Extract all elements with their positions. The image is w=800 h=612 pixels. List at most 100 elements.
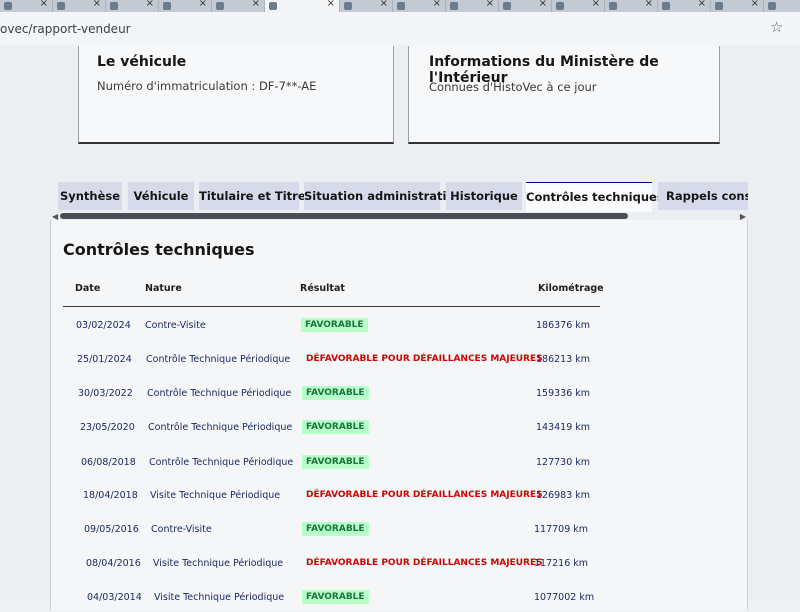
close-icon[interactable]: × — [327, 0, 335, 9]
row-date: 25/01/2024 — [77, 354, 132, 365]
browser-tab[interactable]: × — [53, 0, 106, 12]
section-title: Contrôles techniques — [63, 240, 255, 259]
vehicle-card: Le véhicule Numéro d'immatriculation : D… — [78, 46, 394, 144]
favicon-icon — [57, 2, 65, 10]
browser-tab[interactable]: × — [159, 0, 212, 12]
column-header-result: Résultat — [300, 283, 345, 294]
row-mileage: 143419 km — [536, 422, 591, 433]
tab-titulaire-titre[interactable]: Titulaire et Titre — [199, 182, 306, 210]
browser-tab[interactable]: × — [605, 0, 658, 12]
report-tabs: Synthèse Véhicule Titulaire et Titre Sit… — [58, 182, 748, 212]
row-nature: Contre-Visite — [145, 320, 206, 331]
row-mileage: 127730 km — [536, 457, 591, 468]
tabs-scrollbar[interactable]: ◀ ▶ — [52, 212, 746, 221]
browser-tab[interactable]: × — [0, 0, 53, 12]
browser-tab[interactable]: × — [106, 0, 159, 12]
favicon-icon — [556, 2, 564, 10]
result-badge-defavorable: DÉFAVORABLE POUR DÉFAILLANCES MAJEURES — [306, 354, 543, 364]
row-nature: Visite Technique Périodique — [153, 558, 284, 569]
close-icon[interactable]: × — [539, 0, 547, 9]
table-row: 03/02/2024 Contre-Visite FAVORABLE 18637… — [51, 318, 747, 340]
row-date: 03/02/2024 — [76, 320, 131, 331]
browser-tab[interactable] — [764, 0, 800, 12]
favicon-icon — [216, 2, 224, 10]
column-header-nature: Nature — [145, 283, 182, 294]
favicon-icon — [609, 2, 617, 10]
result-badge-favorable: FAVORABLE — [302, 455, 369, 469]
browser-tab[interactable]: × — [212, 0, 265, 12]
table-row: 06/08/2018 Contrôle Technique Périodique… — [51, 455, 747, 477]
close-icon[interactable]: × — [751, 0, 759, 9]
result-badge-favorable: FAVORABLE — [302, 590, 369, 604]
tab-controles-techniques[interactable]: Contrôles techniques — [526, 182, 664, 212]
row-date: 30/03/2022 — [78, 388, 133, 399]
vehicle-plate-line: Numéro d'immatriculation : DF-7**-AE — [97, 79, 317, 93]
tab-rappels-constructeur[interactable]: Rappels constru — [658, 182, 748, 210]
row-mileage: 126983 km — [536, 490, 591, 501]
favicon-icon — [4, 2, 12, 10]
favicon-icon — [344, 2, 352, 10]
row-nature: Contrôle Technique Périodique — [147, 388, 292, 399]
tab-situation-administrative[interactable]: Situation administrative — [304, 182, 462, 210]
table-row: 08/04/2016 Visite Technique Périodique D… — [51, 558, 747, 578]
result-badge-defavorable: DÉFAVORABLE POUR DÉFAILLANCES MAJEURES — [306, 558, 543, 568]
favicon-icon — [110, 2, 118, 10]
tab-historique[interactable]: Historique — [446, 182, 522, 210]
favicon-icon — [450, 2, 458, 10]
page-content: Le véhicule Numéro d'immatriculation : D… — [0, 46, 800, 610]
ministry-card-subtitle: Connues d'HistoVec à ce jour — [429, 80, 597, 94]
close-icon[interactable]: × — [93, 0, 101, 9]
close-icon[interactable]: × — [380, 0, 388, 9]
result-badge-favorable: FAVORABLE — [302, 386, 369, 400]
close-icon[interactable]: × — [592, 0, 600, 9]
url-text[interactable]: ovec/rapport-vendeur — [0, 22, 131, 36]
row-mileage: 159336 km — [536, 388, 591, 399]
row-mileage: 117216 km — [534, 558, 589, 569]
favicon-icon — [662, 2, 670, 10]
close-icon[interactable]: × — [252, 0, 260, 9]
row-nature: Visite Technique Périodique — [154, 592, 285, 603]
row-nature: Contrôle Technique Périodique — [146, 354, 291, 365]
row-date: 08/04/2016 — [86, 558, 141, 569]
row-mileage: 1077002 km — [534, 592, 595, 603]
table-row: 30/03/2022 Contrôle Technique Périodique… — [51, 386, 747, 408]
table-row: 09/05/2016 Contre-Visite FAVORABLE 11770… — [51, 522, 747, 544]
close-icon[interactable]: × — [40, 0, 48, 9]
close-icon[interactable]: × — [486, 0, 494, 9]
row-date: 18/04/2018 — [83, 490, 138, 501]
browser-tab[interactable]: × — [393, 0, 446, 12]
row-mileage: 186213 km — [536, 354, 591, 365]
tab-vehicule[interactable]: Véhicule — [128, 182, 194, 210]
close-icon[interactable]: × — [645, 0, 653, 9]
browser-tab[interactable]: × — [552, 0, 605, 12]
address-bar[interactable]: ovec/rapport-vendeur ☆ — [0, 12, 800, 47]
result-badge-favorable: FAVORABLE — [302, 420, 369, 434]
vehicle-card-title: Le véhicule — [97, 54, 187, 70]
table-row: 18/04/2018 Visite Technique Périodique D… — [51, 490, 747, 510]
row-nature: Contrôle Technique Périodique — [148, 422, 293, 433]
star-icon[interactable]: ☆ — [770, 18, 783, 36]
ministry-card: Informations du Ministère de l'Intérieur… — [408, 46, 720, 144]
browser-tab[interactable]: × — [340, 0, 393, 12]
row-date: 04/03/2014 — [87, 592, 142, 603]
scrollbar-thumb[interactable] — [60, 213, 628, 219]
tab-synthese[interactable]: Synthèse — [58, 182, 122, 210]
result-badge-defavorable: DÉFAVORABLE POUR DÉFAILLANCES MAJEURES — [306, 490, 543, 500]
result-badge-favorable: FAVORABLE — [302, 522, 369, 536]
row-nature: Visite Technique Périodique — [150, 490, 281, 501]
close-icon[interactable]: × — [698, 0, 706, 9]
row-date: 06/08/2018 — [81, 457, 136, 468]
browser-tab[interactable]: × — [658, 0, 711, 12]
close-icon[interactable]: × — [146, 0, 154, 9]
favicon-icon — [269, 2, 277, 10]
close-icon[interactable]: × — [433, 0, 441, 9]
browser-tab[interactable]: × — [446, 0, 499, 12]
browser-tab[interactable]: × — [711, 0, 764, 12]
row-mileage: 117709 km — [534, 524, 589, 535]
close-icon[interactable]: × — [199, 0, 207, 9]
browser-tab[interactable]: × — [499, 0, 552, 12]
favicon-icon — [768, 2, 776, 10]
favicon-icon — [503, 2, 511, 10]
row-date: 09/05/2016 — [84, 524, 139, 535]
browser-tab-active[interactable]: × — [265, 0, 340, 12]
